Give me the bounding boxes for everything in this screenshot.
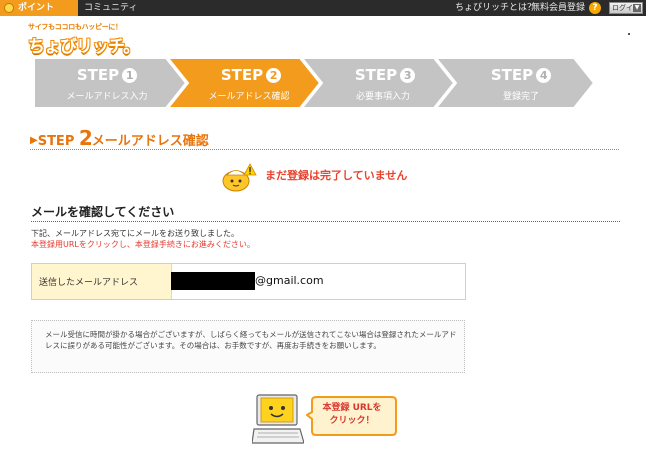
logo-tagline: サイフもココロもハッピーに！: [28, 23, 122, 31]
email-label: 送信したメールアドレス: [39, 278, 139, 288]
page-title: ▶STEP 2メールアドレス確認: [30, 126, 209, 150]
redacted-email-local-part: [171, 272, 255, 290]
page-title-prefix: STEP: [37, 134, 75, 149]
page-title-text: メールアドレス確認: [91, 134, 209, 149]
coin-icon: [4, 3, 14, 13]
tab-point-label: ポイント: [18, 3, 55, 13]
step-4-label: 登録完了: [502, 92, 539, 102]
chevron-down-icon: ▼: [633, 4, 641, 12]
title-divider: [30, 149, 619, 150]
instruction-text: 下記、メールアドレス宛てにメールをお送り致しました。: [31, 229, 239, 238]
help-icon[interactable]: ?: [589, 2, 601, 14]
register-link[interactable]: 無料会員登録: [531, 0, 585, 16]
dot-mark: [628, 33, 630, 35]
step-4-number: 4: [536, 68, 552, 83]
step-3-title: STEP 3: [330, 66, 440, 84]
step-3-number: 3: [400, 68, 416, 83]
step-1-number: 1: [122, 68, 138, 83]
section-title: メールを確認してください: [31, 205, 175, 219]
tab-community[interactable]: コミュニティ: [84, 0, 137, 16]
triangle-icon: ▶: [30, 135, 38, 146]
note-text: メール受信に時間が掛かる場合がございますが、しばらく経ってもメールが送信されてこ…: [45, 330, 457, 350]
step-1-title: STEP 1: [52, 66, 162, 84]
step-2-label: メールアドレス確認: [208, 92, 290, 102]
callout-line-1: 本登録 URLを: [322, 403, 382, 413]
step-4-title: STEP 4: [466, 66, 576, 84]
section-divider: [31, 221, 620, 222]
step-3-word: STEP: [354, 66, 398, 84]
registration-incomplete-warning: まだ登録は完了していません: [265, 169, 408, 182]
step-4-word: STEP: [490, 66, 534, 84]
step-2-word: STEP: [220, 66, 264, 84]
top-navigation-bar: ポイント コミュニティ ちょびリッチとは？ 無料会員登録 ? ログイン ▼: [0, 0, 646, 16]
step-2-number: 2: [266, 68, 282, 83]
note-box: メール受信に時間が掛かる場合がございますが、しばらく経ってもメールが送信されてこ…: [31, 320, 465, 373]
laptop-mascot-icon: [252, 394, 304, 444]
step-1-label: メールアドレス入力: [66, 92, 148, 102]
about-link[interactable]: ちょびリッチとは？: [455, 0, 536, 16]
step-2-title: STEP 2: [196, 66, 306, 84]
logo-name: ちょびリッチ。: [28, 37, 140, 57]
callout-text: 本登録 URLを クリック！: [316, 402, 388, 428]
mascot-warning-icon: [222, 163, 257, 192]
email-display-box: 送信したメールアドレス @gmail.com: [31, 263, 466, 300]
callout-line-2: クリック！: [329, 416, 375, 426]
email-label-cell: 送信したメールアドレス: [32, 264, 172, 299]
login-button[interactable]: ログイン ▼: [609, 2, 643, 14]
site-logo[interactable]: サイフもココロもハッピーに！ ちょびリッチ。: [28, 22, 140, 57]
registration-steps: STEP 1 メールアドレス入力 STEP 2 メールアドレス確認 STEP 3 必要…: [34, 58, 594, 108]
email-domain: @gmail.com: [255, 274, 324, 287]
page-title-number: 2: [78, 126, 93, 150]
step-3-label: 必要事項入力: [355, 92, 410, 102]
tab-point[interactable]: ポイント: [0, 0, 78, 16]
step-1-word: STEP: [76, 66, 120, 84]
instruction-warning-text: 本登録用URLをクリックし、本登録手続きにお進みください。: [31, 240, 255, 249]
